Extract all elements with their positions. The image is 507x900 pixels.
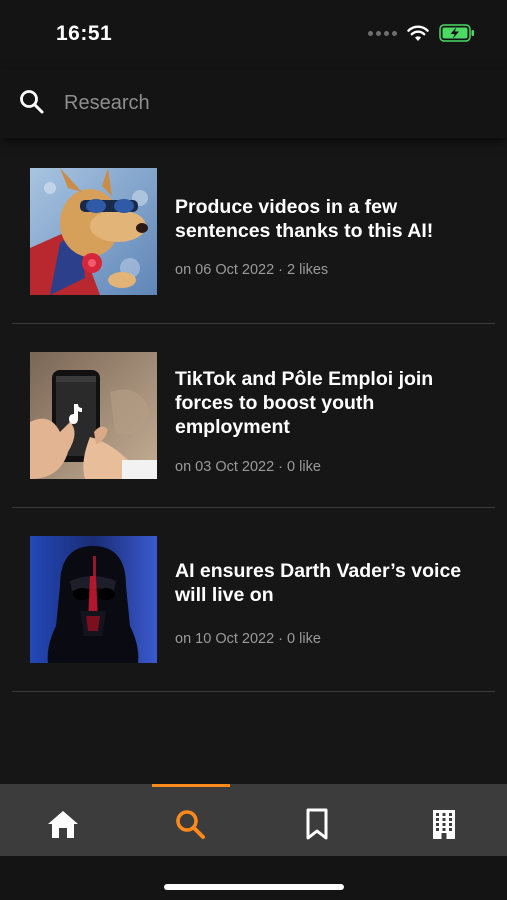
bookmark-icon [306,808,328,840]
article-item[interactable]: AI ensures Darth Vader’s voice will live… [0,508,507,692]
article-title[interactable]: AI ensures Darth Vader’s voice will live… [175,559,475,607]
article-thumbnail[interactable] [30,352,157,479]
cellular-signal-icon [368,30,397,36]
wifi-icon [407,25,429,41]
status-icons [368,24,475,42]
nav-search[interactable] [170,804,210,844]
article-meta: on 03 Oct 2022 · 0 like [175,459,321,475]
article-item[interactable]: TikTok and Pôle Emploi join forces to bo… [0,324,507,508]
dog-sunglasses-superhero-image [30,168,157,295]
nav-company[interactable] [424,804,464,844]
search-header [0,70,507,138]
search-icon [176,810,205,839]
article-title[interactable]: Produce videos in a few sentences thanks… [175,195,475,243]
status-bar: 16:51 [0,0,507,70]
article-item[interactable]: Produce videos in a few sentences thanks… [0,140,507,324]
active-tab-indicator [152,784,230,787]
article-list: Produce videos in a few sentences thanks… [0,140,507,692]
article-thumbnail[interactable] [30,168,157,295]
article-meta: on 10 Oct 2022 · 0 like [175,631,321,647]
search-input[interactable] [62,86,486,120]
nav-bookmarks[interactable] [297,804,337,844]
search-icon [20,90,44,114]
article-meta: on 06 Oct 2022 · 2 likes [175,262,329,278]
darth-vader-helmet-image [30,536,157,663]
home-indicator[interactable] [164,884,344,890]
building-icon [433,810,455,839]
hand-holding-phone-tiktok-image [30,352,157,479]
status-time: 16:51 [56,22,113,45]
home-indicator-area [0,856,507,900]
nav-home[interactable] [43,804,83,844]
bottom-navigation [0,784,507,856]
battery-charging-icon [439,24,474,42]
article-title[interactable]: TikTok and Pôle Emploi join forces to bo… [175,367,475,439]
article-thumbnail[interactable] [30,536,157,663]
home-icon [48,811,78,838]
divider [12,691,495,692]
